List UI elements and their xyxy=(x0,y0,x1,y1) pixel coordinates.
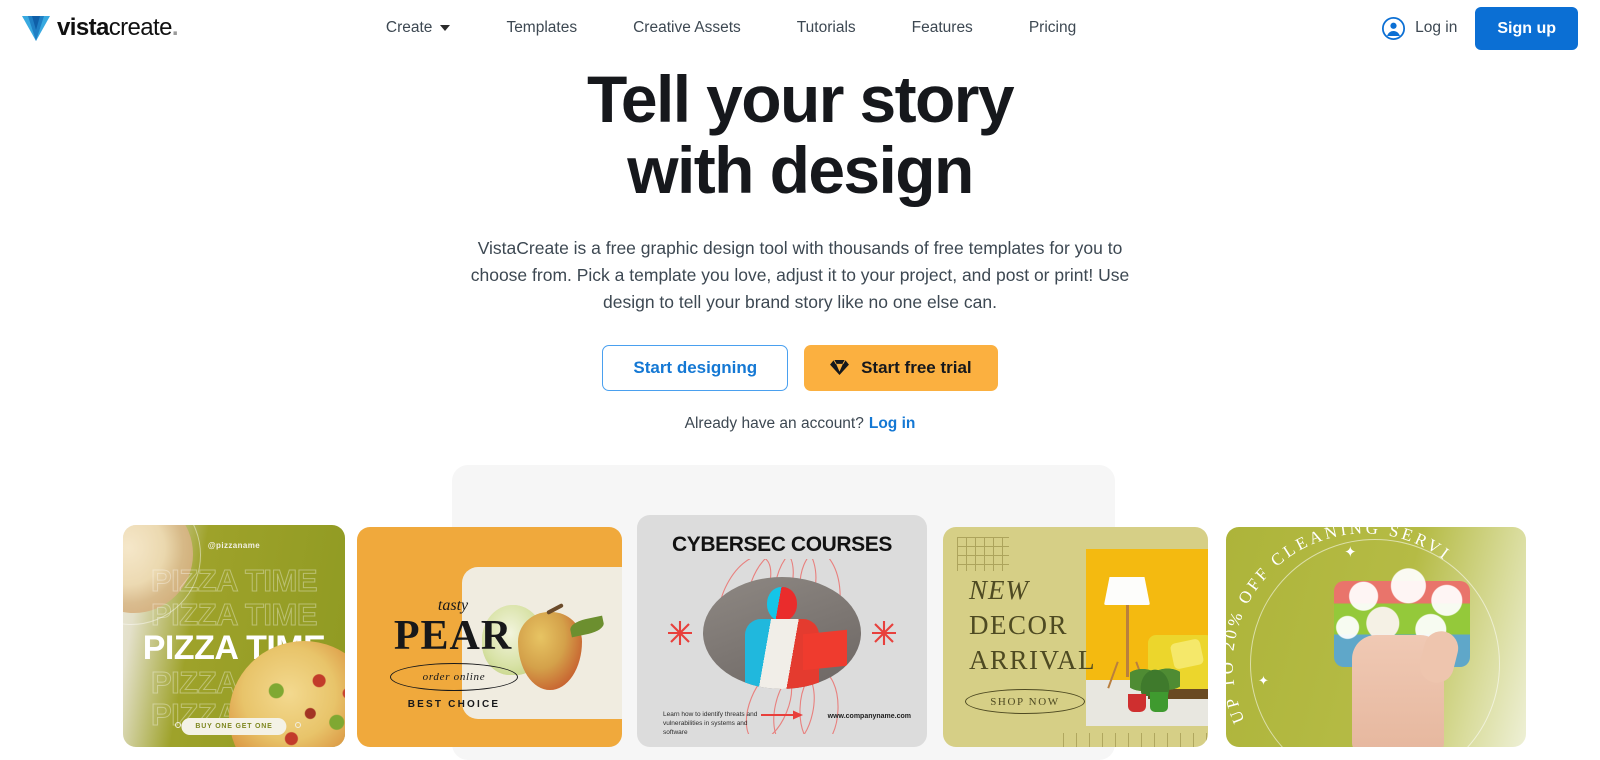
pear-tagline: BEST CHOICE xyxy=(407,699,501,710)
decor-line-2: DECOR xyxy=(969,610,1069,640)
login-link[interactable]: Log in xyxy=(1381,16,1457,41)
pizza-handle: @pizzaname xyxy=(207,541,261,550)
decor-line-1: NEW xyxy=(969,575,1029,605)
nav-label: Create xyxy=(385,19,433,36)
pear-headline: PEAR xyxy=(393,613,513,659)
cybersec-url: www.companyname.com xyxy=(827,713,911,720)
pear-order-online-badge: order online xyxy=(390,663,518,691)
header-actions: Log in Sign up xyxy=(1381,6,1578,50)
vistacreate-v-logo-icon xyxy=(22,16,50,41)
sparkle-icon-bottom: ✦ xyxy=(1258,673,1269,688)
cybersec-person-photo xyxy=(703,577,861,689)
vistacreate-logo[interactable]: vistacreate. xyxy=(22,14,179,42)
login-label: Log in xyxy=(1415,19,1458,36)
lamp-pole xyxy=(1126,605,1129,677)
template-cards: @pizzaname PIZZA TIME PIZZA TIME PIZZA T… xyxy=(0,0,1600,760)
template-card-tasty-pear[interactable]: tasty PEAR order online BEST CHOICE xyxy=(357,527,622,747)
decor-shop-now-badge: SHOP NOW xyxy=(965,689,1085,714)
logo-light: create xyxy=(108,14,173,41)
cybersec-headline: CYBERSEC COURSES xyxy=(672,533,892,556)
pizza-badge-dot-right xyxy=(295,722,301,728)
logo-bold: vista xyxy=(57,14,109,41)
decor-grid-decor-bottom xyxy=(1063,733,1208,747)
red-laptop xyxy=(803,629,847,671)
nav-item-templates[interactable]: Templates xyxy=(478,13,605,43)
lamp-shade xyxy=(1104,577,1150,605)
template-card-pizza-time[interactable]: @pizzaname PIZZA TIME PIZZA TIME PIZZA T… xyxy=(123,525,345,747)
main-navigation: Create Templates Creative Assets Tutoria… xyxy=(358,13,1104,43)
arrow-right-icon xyxy=(761,710,803,720)
vistacreate-landing-page: vistacreate. Create Templates Creative A… xyxy=(0,0,1600,760)
decor-grid-decor-top xyxy=(957,537,1009,571)
potted-plant xyxy=(1130,656,1180,696)
nav-item-tutorials[interactable]: Tutorials xyxy=(769,13,884,43)
template-card-new-decor-arrival[interactable]: NEW DECOR ARRIVAL SHOP NOW xyxy=(943,527,1208,747)
nav-item-features[interactable]: Features xyxy=(884,13,1001,43)
nav-item-pricing[interactable]: Pricing xyxy=(1001,13,1104,43)
logo-wordmark: vistacreate. xyxy=(57,14,179,42)
logo-dot: . xyxy=(171,14,179,41)
asterisk-star-left-icon xyxy=(668,621,692,645)
pizza-offer-badge: BUY ONE GET ONE xyxy=(181,718,287,735)
template-card-cybersec-courses[interactable]: CYBERSEC COURSES Learn how to identify t… xyxy=(637,515,927,747)
user-circle-icon xyxy=(1382,16,1406,40)
decor-room-photo xyxy=(1086,549,1208,726)
asterisk-star-right-icon xyxy=(872,621,896,645)
decor-line-3: ARRIVAL xyxy=(969,645,1097,675)
nav-item-create[interactable]: Create xyxy=(358,13,479,43)
signup-button[interactable]: Sign up xyxy=(1475,6,1578,50)
green-pot xyxy=(1150,692,1168,712)
person-head xyxy=(767,587,797,621)
cybersec-description: Learn how to identify threats and vulner… xyxy=(663,711,758,736)
template-card-cleaning-service[interactable]: UP TO 20% OFF CLEANING SERVICE ✦ ✦ xyxy=(1226,527,1526,747)
red-pot xyxy=(1128,694,1146,712)
pizza-ghost-text: PIZZA TIME xyxy=(150,597,318,633)
pizza-badge-dot-left xyxy=(175,722,181,728)
chevron-down-icon xyxy=(440,25,451,31)
site-header: vistacreate. Create Templates Creative A… xyxy=(0,0,1600,56)
pizza-ghost-text: PIZZA TIME xyxy=(150,563,318,599)
nav-item-creative-assets[interactable]: Creative Assets xyxy=(605,13,769,43)
sparkle-icon-top: ✦ xyxy=(1344,544,1357,561)
